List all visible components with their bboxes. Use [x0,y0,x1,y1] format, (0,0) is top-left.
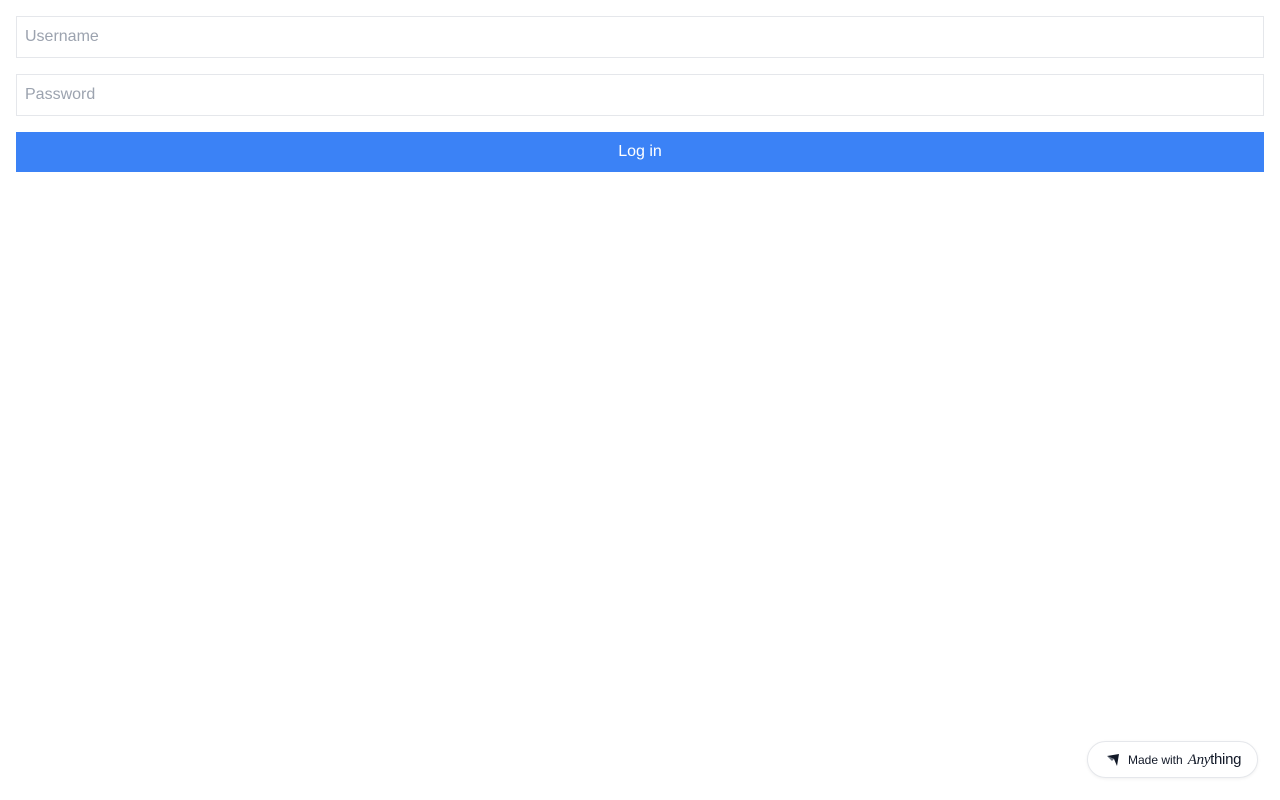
username-input[interactable] [16,16,1264,58]
login-form: Log in [16,16,1264,172]
made-with-anything-badge[interactable]: Made with Anything [1087,741,1258,778]
password-input[interactable] [16,74,1264,116]
badge-brand-name: Anything [1187,750,1242,769]
badge-prefix-text: Made with [1128,752,1183,767]
badge-brand-italic: Any [1187,751,1211,768]
login-button[interactable]: Log in [16,132,1264,172]
badge-brand-regular: thing [1210,750,1242,768]
anything-logo-icon [1106,753,1120,767]
